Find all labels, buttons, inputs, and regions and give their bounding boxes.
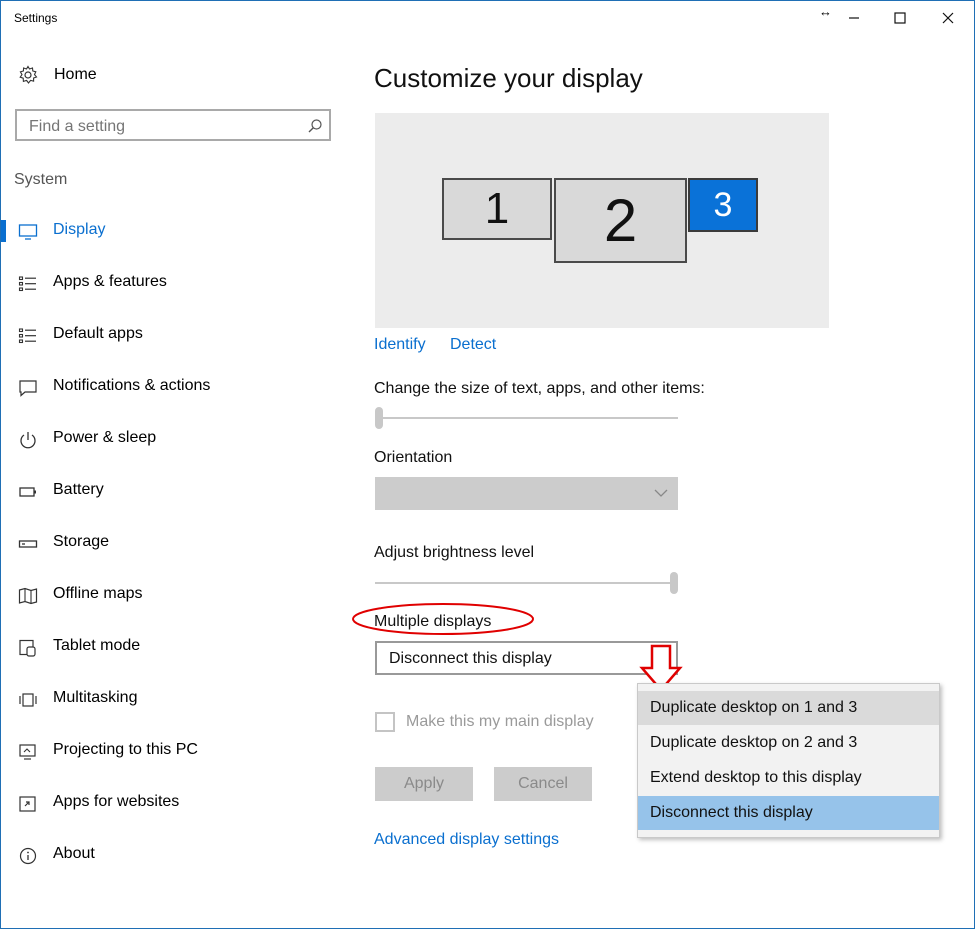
monitor-1[interactable]: 1 bbox=[442, 178, 552, 240]
battery-icon bbox=[19, 487, 36, 497]
menu-option-disconnect[interactable]: Disconnect this display bbox=[638, 796, 939, 830]
multiple-displays-label: Multiple displays bbox=[374, 613, 492, 630]
sidebar-item-label: Notifications & actions bbox=[53, 377, 211, 394]
window-title: Settings bbox=[14, 11, 58, 25]
minimize-button[interactable] bbox=[831, 3, 877, 33]
sidebar-item-label: Offline maps bbox=[53, 585, 143, 602]
scale-slider-track[interactable] bbox=[375, 417, 678, 419]
display-arrangement-preview: 1 2 3 bbox=[375, 113, 829, 328]
brightness-slider-track[interactable] bbox=[375, 582, 678, 584]
sidebar-item-label: About bbox=[53, 845, 95, 862]
sidebar-item-tablet-mode[interactable]: Tablet mode bbox=[1, 627, 341, 667]
sidebar-item-label: Default apps bbox=[53, 325, 143, 342]
monitor-number: 1 bbox=[484, 184, 510, 233]
settings-window: Settings ↔ Home System Displa bbox=[0, 0, 975, 929]
scale-slider-thumb[interactable] bbox=[375, 407, 383, 429]
monitor-2[interactable]: 2 bbox=[554, 178, 687, 263]
monitor-number: 2 bbox=[603, 187, 638, 254]
tablet-icon bbox=[19, 639, 36, 657]
menu-option-extend[interactable]: Extend desktop to this display bbox=[638, 761, 939, 795]
menu-option-duplicate-1-3[interactable]: Duplicate desktop on 1 and 3 bbox=[638, 691, 939, 725]
sidebar-item-label: Display bbox=[53, 221, 106, 238]
section-label-system: System bbox=[14, 171, 68, 188]
page-title: Customize your display bbox=[374, 63, 643, 93]
search-input[interactable] bbox=[27, 117, 301, 137]
chevron-down-icon bbox=[654, 489, 668, 497]
menu-option-label: Duplicate desktop on 1 and 3 bbox=[650, 699, 858, 716]
sidebar-item-display[interactable]: Display bbox=[1, 211, 341, 251]
scale-label: Change the size of text, apps, and other… bbox=[374, 380, 705, 397]
apply-label: Apply bbox=[403, 775, 445, 792]
title-bar: Settings ↔ bbox=[1, 1, 974, 33]
sidebar-item-label: Tablet mode bbox=[53, 637, 141, 654]
search-box[interactable] bbox=[15, 109, 331, 141]
advanced-display-settings-link[interactable]: Advanced display settings bbox=[374, 831, 559, 849]
brightness-label: Adjust brightness level bbox=[374, 544, 535, 561]
sidebar-item-label: Multitasking bbox=[53, 689, 138, 706]
apps-websites-icon bbox=[19, 796, 36, 812]
list-icon bbox=[18, 276, 36, 292]
menu-option-label: Extend desktop to this display bbox=[650, 769, 862, 786]
home-label: Home bbox=[54, 66, 97, 83]
notification-icon bbox=[19, 380, 37, 397]
minimize-icon bbox=[849, 17, 859, 19]
sidebar-item-label: Storage bbox=[53, 533, 110, 550]
brightness-slider-thumb[interactable] bbox=[670, 572, 678, 594]
sidebar-item-label: Battery bbox=[53, 481, 104, 498]
menu-option-label: Disconnect this display bbox=[650, 804, 813, 821]
cancel-button[interactable]: Cancel bbox=[494, 767, 592, 801]
sidebar-item-notifications[interactable]: Notifications & actions bbox=[1, 367, 341, 407]
main-display-label: Make this my main display bbox=[406, 713, 594, 730]
menu-option-label: Duplicate desktop on 2 and 3 bbox=[650, 734, 858, 751]
maximize-button[interactable] bbox=[877, 3, 923, 33]
apply-button[interactable]: Apply bbox=[375, 767, 473, 801]
multiple-displays-value: Disconnect this display bbox=[389, 650, 552, 667]
multiple-displays-menu: Duplicate desktop on 1 and 3 Duplicate d… bbox=[637, 683, 940, 838]
monitor-3[interactable]: 3 bbox=[688, 178, 758, 232]
list-icon bbox=[18, 328, 36, 344]
sidebar-item-apps-features[interactable]: Apps & features bbox=[1, 263, 341, 303]
sidebar-item-label: Power & sleep bbox=[53, 429, 157, 446]
detect-link[interactable]: Detect bbox=[450, 336, 496, 354]
power-icon bbox=[20, 432, 36, 449]
sidebar-item-power-sleep[interactable]: Power & sleep bbox=[1, 419, 341, 459]
sidebar-item-apps-websites[interactable]: Apps for websites bbox=[1, 783, 341, 823]
close-button[interactable] bbox=[925, 3, 971, 33]
sidebar-item-battery[interactable]: Battery bbox=[1, 471, 341, 511]
identify-link[interactable]: Identify bbox=[374, 336, 426, 354]
multitasking-icon bbox=[19, 693, 37, 707]
sidebar-item-about[interactable]: About bbox=[1, 835, 341, 875]
cancel-label: Cancel bbox=[518, 775, 568, 792]
map-icon bbox=[18, 587, 38, 605]
sidebar-item-label: Projecting to this PC bbox=[53, 741, 198, 758]
sidebar-item-default-apps[interactable]: Default apps bbox=[1, 315, 341, 355]
multiple-displays-dropdown[interactable]: Disconnect this display bbox=[375, 641, 678, 675]
monitor-icon bbox=[18, 224, 38, 240]
info-icon bbox=[19, 847, 37, 865]
sidebar-item-projecting[interactable]: Projecting to this PC bbox=[1, 731, 341, 771]
monitor-number: 3 bbox=[713, 185, 733, 224]
maximize-icon bbox=[894, 12, 906, 24]
projecting-icon bbox=[19, 744, 36, 760]
search-icon[interactable] bbox=[307, 118, 323, 134]
sidebar-item-label: Apps for websites bbox=[53, 793, 180, 810]
gear-icon bbox=[19, 65, 38, 84]
nav-home[interactable]: Home bbox=[18, 65, 97, 85]
sidebar-item-storage[interactable]: Storage bbox=[1, 523, 341, 563]
menu-option-duplicate-2-3[interactable]: Duplicate desktop on 2 and 3 bbox=[638, 726, 939, 760]
orientation-label: Orientation bbox=[374, 449, 453, 466]
orientation-dropdown[interactable] bbox=[375, 477, 678, 510]
sidebar-item-label: Apps & features bbox=[53, 273, 167, 290]
sidebar-item-offline-maps[interactable]: Offline maps bbox=[1, 575, 341, 615]
storage-icon bbox=[18, 540, 38, 548]
close-icon bbox=[942, 12, 954, 24]
main-display-checkbox[interactable] bbox=[375, 712, 395, 732]
sidebar-item-multitasking[interactable]: Multitasking bbox=[1, 679, 341, 719]
